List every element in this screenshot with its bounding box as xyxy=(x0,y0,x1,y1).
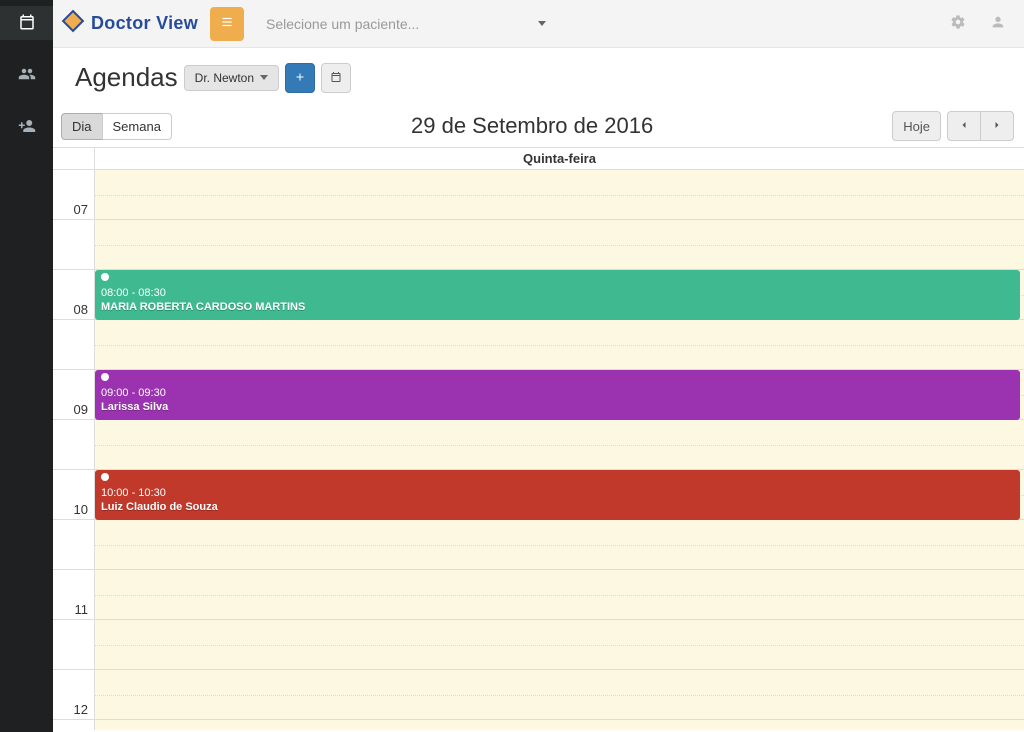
settings-button[interactable] xyxy=(944,8,972,39)
hour-label: 11 xyxy=(53,570,95,619)
user-menu-button[interactable] xyxy=(984,8,1012,39)
event-patient-name: Larissa Silva xyxy=(101,401,1014,415)
hour-label: 08 xyxy=(53,270,95,319)
doctor-name: Dr. Newton xyxy=(195,71,254,85)
nav-agenda[interactable] xyxy=(0,6,53,40)
day-name: Quinta-feira xyxy=(95,148,1024,169)
status-dot-icon xyxy=(101,273,109,281)
content: Agendas Dr. Newton Dia Semana 29 de Sete… xyxy=(53,48,1024,732)
calendar-toolbar: Dia Semana 29 de Setembro de 2016 Hoje xyxy=(53,101,1024,147)
calendar-nav: Hoje xyxy=(892,111,1014,141)
chevron-right-icon xyxy=(991,119,1003,134)
time-slot[interactable] xyxy=(95,670,1024,719)
calendar-icon xyxy=(330,70,342,86)
view-switch: Dia Semana xyxy=(61,113,172,140)
patient-select[interactable]: Selecione um paciente... xyxy=(256,8,556,40)
hour-label: 07 xyxy=(53,170,95,219)
caret-down-icon xyxy=(538,21,546,26)
page-title: Agendas xyxy=(75,62,178,93)
users-icon xyxy=(18,65,36,86)
brand-name: Doctor View xyxy=(91,13,198,34)
time-slot[interactable] xyxy=(95,220,1024,269)
today-button[interactable]: Hoje xyxy=(892,111,941,141)
view-week-button[interactable]: Semana xyxy=(102,113,172,140)
time-slot[interactable] xyxy=(95,720,1024,730)
hour-label: 09 xyxy=(53,370,95,419)
time-slot[interactable] xyxy=(95,520,1024,569)
appointment-event[interactable]: 09:00 - 09:30Larissa Silva xyxy=(95,370,1020,420)
patient-select-placeholder: Selecione um paciente... xyxy=(266,16,419,32)
calendar-icon xyxy=(18,13,36,34)
hour-label: 10 xyxy=(53,470,95,519)
time-slot[interactable] xyxy=(95,420,1024,469)
doctor-dropdown[interactable]: Dr. Newton xyxy=(184,65,279,91)
appointment-event[interactable]: 10:00 - 10:30Luiz Claudio de Souza xyxy=(95,470,1020,520)
time-body: 07 08 09 10 11 12 08:00 - 08:30MARIA ROB… xyxy=(53,170,1024,730)
topbar: Doctor View Selecione um paciente... xyxy=(53,0,1024,48)
add-appointment-button[interactable] xyxy=(285,63,315,93)
hamburger-icon xyxy=(220,15,234,32)
left-nav-rail xyxy=(0,0,53,732)
logo-icon xyxy=(61,9,85,38)
hour-label: 12 xyxy=(53,670,95,719)
gear-icon xyxy=(950,17,966,33)
calendar-title: 29 de Setembro de 2016 xyxy=(411,113,653,139)
time-slot[interactable] xyxy=(95,320,1024,369)
nav-patients[interactable] xyxy=(0,58,53,92)
calendar-grid: Quinta-feira 07 08 09 10 11 12 08:00 - 0… xyxy=(53,147,1024,730)
time-slot[interactable] xyxy=(95,570,1024,619)
view-day-button[interactable]: Dia xyxy=(61,113,103,140)
datepicker-button[interactable] xyxy=(321,63,351,93)
next-button[interactable] xyxy=(980,111,1014,141)
user-icon xyxy=(990,17,1006,33)
nav-add-patient[interactable] xyxy=(0,110,53,144)
status-dot-icon xyxy=(101,373,109,381)
appointment-event[interactable]: 08:00 - 08:30MARIA ROBERTA CARDOSO MARTI… xyxy=(95,270,1020,320)
calendar: Dia Semana 29 de Setembro de 2016 Hoje xyxy=(53,101,1024,730)
menu-toggle-button[interactable] xyxy=(210,7,244,41)
time-slot[interactable] xyxy=(95,170,1024,219)
event-patient-name: Luiz Claudio de Souza xyxy=(101,501,1014,515)
brand-logo[interactable]: Doctor View xyxy=(61,9,198,38)
page-header: Agendas Dr. Newton xyxy=(53,48,1024,101)
time-slot[interactable] xyxy=(95,620,1024,669)
user-plus-icon xyxy=(18,117,36,138)
status-dot-icon xyxy=(101,473,109,481)
event-patient-name: MARIA ROBERTA CARDOSO MARTINS xyxy=(101,301,1014,315)
chevron-left-icon xyxy=(958,119,970,134)
event-time: 08:00 - 08:30 xyxy=(101,287,1014,301)
prev-button[interactable] xyxy=(947,111,981,141)
event-time: 10:00 - 10:30 xyxy=(101,487,1014,501)
caret-down-icon xyxy=(260,75,268,80)
event-time: 09:00 - 09:30 xyxy=(101,387,1014,401)
plus-icon xyxy=(294,70,306,86)
